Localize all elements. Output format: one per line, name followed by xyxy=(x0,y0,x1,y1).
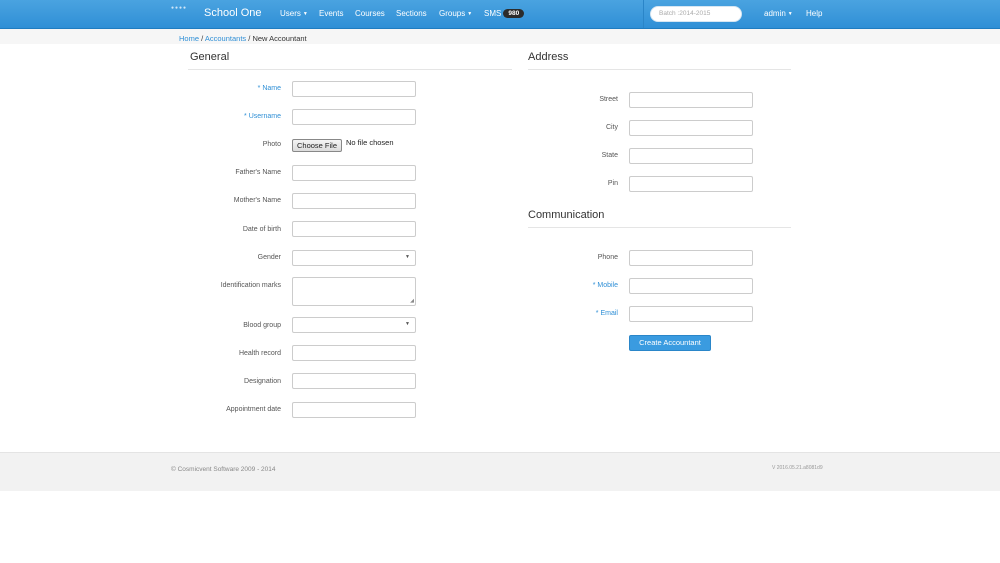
version-text: V 2016.05.21.a8081d9 xyxy=(772,465,823,471)
dob-input[interactable] xyxy=(292,221,416,237)
create-accountant-button[interactable]: Create Accountant xyxy=(629,335,711,351)
gender-select[interactable]: ▼ xyxy=(292,250,416,266)
name-label-text: Name xyxy=(262,85,281,92)
address-section-title: Address xyxy=(528,51,569,63)
breadcrumb-accountants[interactable]: Accountants xyxy=(205,34,246,43)
top-navbar: ●●●● School One Users ▼ Events Courses Se… xyxy=(0,0,1000,29)
resize-grip-icon[interactable]: ◢ xyxy=(410,298,414,304)
breadcrumb-separator: / xyxy=(201,34,204,43)
dob-label: Date of birth xyxy=(242,226,281,233)
nav-admin[interactable]: admin ▼ xyxy=(764,9,793,18)
address-divider xyxy=(528,69,791,70)
appointment-date-label: Appointment date xyxy=(226,406,281,413)
required-marker: * xyxy=(244,113,247,120)
appointment-date-input[interactable] xyxy=(292,402,416,418)
nav-sections[interactable]: Sections xyxy=(396,9,427,18)
username-label-text: Username xyxy=(248,113,281,120)
breadcrumb: Home / Accountants / New Accountant xyxy=(179,34,307,43)
nav-groups-label: Groups xyxy=(439,9,466,18)
name-input[interactable] xyxy=(292,81,416,97)
photo-label: Photo xyxy=(262,141,281,148)
navbar-divider xyxy=(643,0,644,28)
health-record-input[interactable] xyxy=(292,345,416,361)
email-input[interactable] xyxy=(629,306,753,322)
caret-down-icon: ▼ xyxy=(302,11,308,17)
health-record-label: Health record xyxy=(238,350,281,357)
batch-selector[interactable]: Batch :2014-2015 xyxy=(650,6,742,22)
pin-label: Pin xyxy=(607,180,618,187)
identification-marks-label: Identification marks xyxy=(220,282,281,289)
footer: © Cosmicvent Software 2009 - 2014 V 2016… xyxy=(0,452,1000,491)
mother-name-input[interactable] xyxy=(292,193,416,209)
required-marker: * xyxy=(595,310,599,317)
username-input[interactable] xyxy=(292,109,416,125)
blood-group-label: Blood group xyxy=(243,322,281,329)
nav-sms-label: SMS xyxy=(484,9,502,18)
general-section-title: General xyxy=(190,51,230,63)
select-arrow-icon: ▼ xyxy=(405,254,410,260)
city-label: City xyxy=(605,124,618,131)
pin-input[interactable] xyxy=(629,176,753,192)
street-input[interactable] xyxy=(629,92,753,108)
breadcrumb-bar xyxy=(0,29,1000,44)
father-name-label: Father's Name xyxy=(235,169,281,176)
blood-group-select[interactable]: ▼ xyxy=(292,317,416,333)
designation-label: Designation xyxy=(244,378,281,385)
breadcrumb-separator: / xyxy=(248,34,251,43)
caret-down-icon: ▼ xyxy=(787,11,793,17)
email-label: * Email xyxy=(596,310,618,317)
phone-label: Phone xyxy=(597,254,618,261)
communication-section-title: Communication xyxy=(528,209,605,221)
required-marker: * xyxy=(257,85,261,92)
phone-input[interactable] xyxy=(629,250,753,266)
file-status-text: No file chosen xyxy=(346,138,394,147)
logo-icon: ●●●● xyxy=(171,5,188,11)
nav-courses[interactable]: Courses xyxy=(355,9,385,18)
email-label-text: Email xyxy=(600,310,618,317)
communication-divider xyxy=(528,227,791,228)
caret-down-icon: ▼ xyxy=(467,11,473,17)
name-label: * Name xyxy=(258,85,281,92)
username-label: * Username xyxy=(244,113,281,120)
designation-input[interactable] xyxy=(292,373,416,389)
nav-events[interactable]: Events xyxy=(319,9,343,18)
choose-file-button[interactable]: Choose File xyxy=(292,139,343,152)
father-name-input[interactable] xyxy=(292,165,416,181)
city-input[interactable] xyxy=(629,120,753,136)
breadcrumb-current: New Accountant xyxy=(252,34,307,43)
mobile-label-text: Mobile xyxy=(597,282,618,289)
nav-sms[interactable]: SMS 980 xyxy=(484,9,525,18)
copyright-text: © Cosmicvent Software 2009 - 2014 xyxy=(171,466,276,473)
required-marker: * xyxy=(592,282,596,289)
gender-label: Gender xyxy=(257,254,281,261)
mobile-input[interactable] xyxy=(629,278,753,294)
general-divider xyxy=(188,69,512,70)
brand-link[interactable]: School One xyxy=(204,7,261,19)
nav-users-label: Users xyxy=(280,9,301,18)
nav-help[interactable]: Help xyxy=(806,9,822,18)
nav-users[interactable]: Users ▼ xyxy=(280,9,308,18)
select-arrow-icon: ▼ xyxy=(405,321,410,327)
identification-marks-textarea[interactable]: ◢ xyxy=(292,277,416,306)
street-label: Street xyxy=(599,96,618,103)
mother-name-label: Mother's Name xyxy=(233,197,281,204)
state-label: State xyxy=(601,152,618,159)
breadcrumb-home[interactable]: Home xyxy=(179,34,199,43)
mobile-label: * Mobile xyxy=(593,282,618,289)
nav-groups[interactable]: Groups ▼ xyxy=(439,9,472,18)
sms-count-badge: 980 xyxy=(503,9,525,18)
state-input[interactable] xyxy=(629,148,753,164)
nav-admin-label: admin xyxy=(764,9,786,18)
